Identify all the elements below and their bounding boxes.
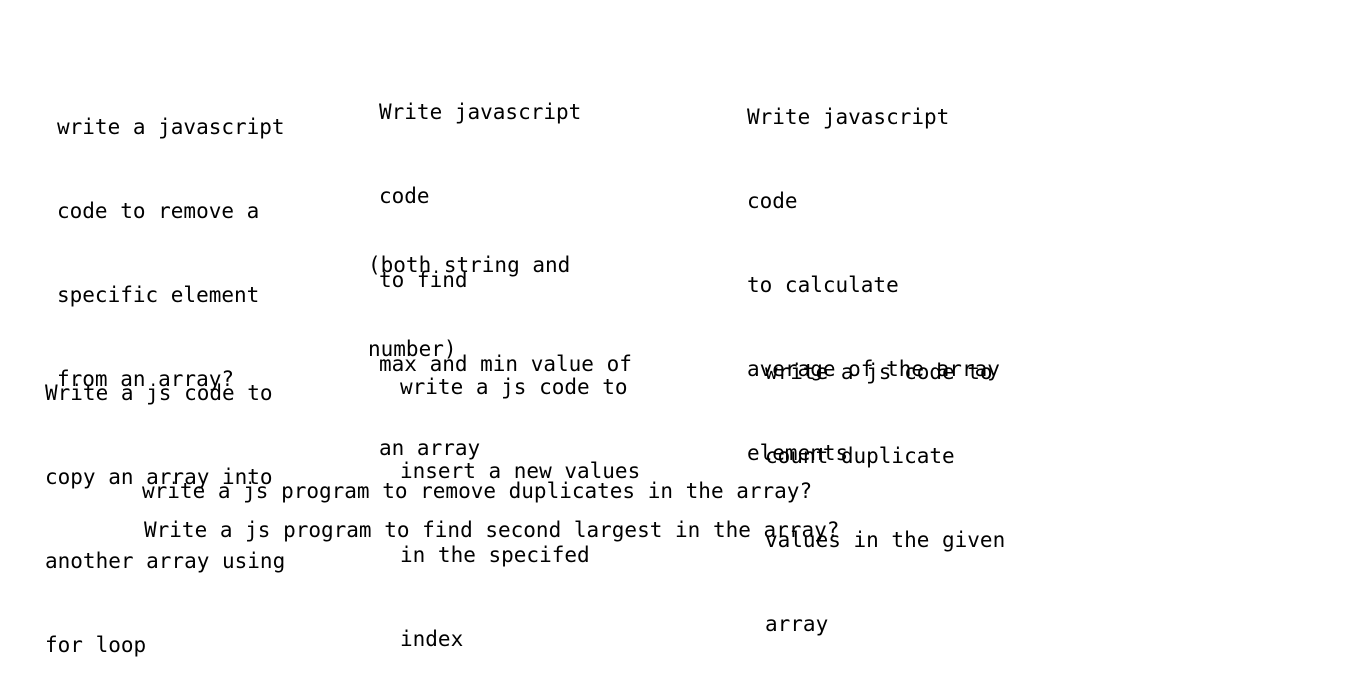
note-line: Write javascript (747, 105, 950, 129)
note-line: index (400, 627, 464, 651)
note-line: Write javascript (379, 100, 582, 124)
note-line: write a javascript (57, 115, 285, 139)
note-line: write a js code to (400, 375, 628, 399)
note-line: for loop (45, 633, 147, 657)
note-line: Write a js code to (45, 381, 273, 405)
note-line: array (765, 612, 829, 636)
note-line: write a js code to (765, 360, 993, 384)
note-line: to calculate (747, 273, 899, 297)
note-remove-duplicates: write a js program to remove duplicates … (142, 479, 813, 503)
note-line: in the specifed (400, 543, 590, 567)
note-second-largest: Write a js program to find second larges… (144, 518, 840, 542)
note-line: code to remove a (57, 199, 260, 223)
note-line: another array using (45, 549, 286, 573)
note-line: count duplicate (765, 444, 955, 468)
note-line: (both string and (368, 253, 571, 277)
note-line: specific element (57, 283, 260, 307)
note-copy-array: Write a js code to copy an array into an… (45, 323, 285, 687)
note-line: code (747, 189, 798, 213)
